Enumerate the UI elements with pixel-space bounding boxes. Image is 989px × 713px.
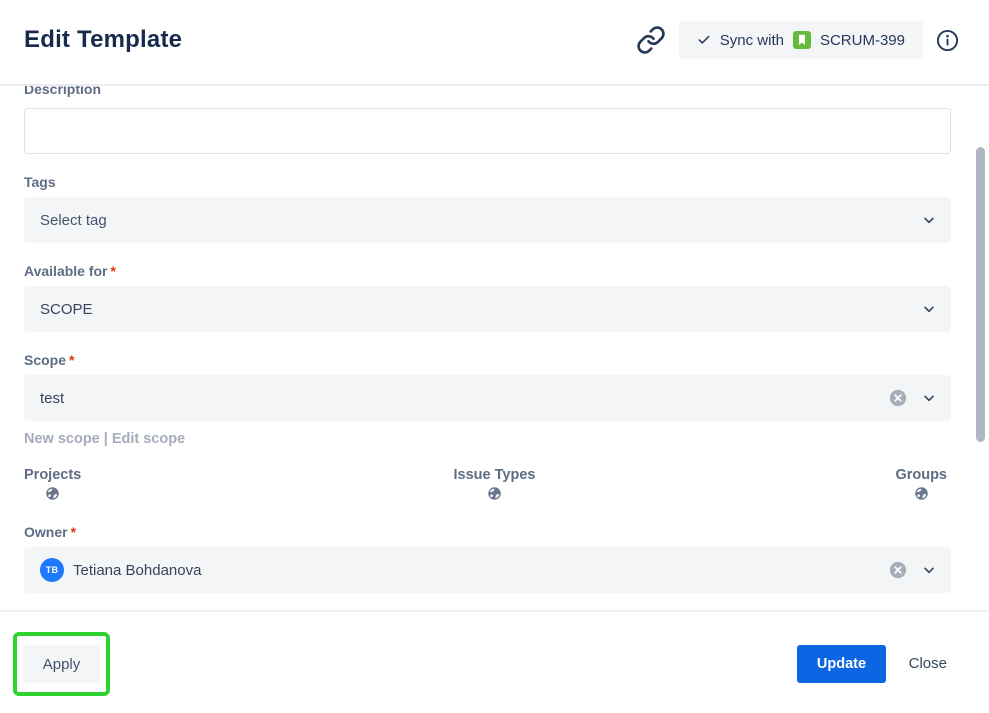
scope-value: test — [40, 390, 64, 407]
scope-label: Scope* — [24, 352, 74, 368]
tags-select[interactable]: Select tag — [24, 197, 951, 243]
available-for-select[interactable]: SCOPE — [24, 286, 951, 332]
story-issue-icon — [793, 31, 811, 49]
chevron-down-icon — [921, 390, 937, 406]
available-for-label: Available for* — [24, 263, 116, 279]
apply-button-highlight-box: Apply — [13, 632, 110, 696]
owner-label: Owner* — [24, 524, 76, 540]
clear-icon[interactable] — [889, 561, 907, 579]
close-button[interactable]: Close — [909, 655, 947, 672]
apply-button[interactable]: Apply — [23, 645, 100, 683]
required-asterisk: * — [111, 263, 116, 279]
description-input[interactable] — [24, 108, 951, 154]
owner-select[interactable]: TB Tetiana Bohdanova — [24, 547, 951, 593]
sync-with-button[interactable]: Sync with SCRUM-399 — [679, 21, 923, 59]
scope-select[interactable]: test — [24, 375, 951, 421]
link-icon[interactable] — [636, 25, 666, 55]
sync-issue-key: SCRUM-399 — [820, 32, 905, 49]
chevron-down-icon — [921, 301, 937, 317]
scope-links-separator: | — [104, 431, 108, 447]
globe-icon — [45, 486, 60, 506]
issue-types-column-label: Issue Types — [454, 467, 536, 483]
available-for-value: SCOPE — [40, 301, 93, 318]
groups-column-label: Groups — [895, 467, 947, 483]
page-title: Edit Template — [24, 26, 182, 54]
globe-icon — [487, 486, 502, 506]
owner-label-text: Owner — [24, 524, 68, 540]
info-icon[interactable] — [936, 29, 959, 52]
globe-icon — [914, 486, 929, 506]
chevron-down-icon — [921, 562, 937, 578]
scope-actions: New scope|Edit scope — [24, 431, 185, 447]
required-asterisk: * — [69, 352, 74, 368]
projects-column-label: Projects — [24, 467, 81, 483]
scope-label-text: Scope — [24, 352, 66, 368]
issue-types-column: Issue Types — [454, 467, 536, 506]
check-icon — [697, 33, 711, 47]
footer-divider — [0, 610, 989, 612]
update-button[interactable]: Update — [797, 645, 886, 683]
groups-column: Groups — [895, 467, 947, 506]
new-scope-link[interactable]: New scope — [24, 431, 100, 447]
avatar: TB — [40, 558, 64, 582]
edit-scope-link[interactable]: Edit scope — [112, 431, 185, 447]
header-actions: Sync with SCRUM-399 — [636, 21, 959, 59]
available-for-label-text: Available for — [24, 263, 108, 279]
tags-placeholder: Select tag — [40, 212, 107, 229]
clear-icon[interactable] — [889, 389, 907, 407]
sync-with-label: Sync with — [720, 32, 784, 49]
vertical-scrollbar-thumb[interactable] — [976, 147, 985, 442]
edit-template-modal: Edit Template Sync with SCRUM-399 — [0, 0, 989, 713]
chevron-down-icon — [921, 212, 937, 228]
required-asterisk: * — [71, 524, 76, 540]
owner-value: Tetiana Bohdanova — [73, 562, 201, 579]
modal-header: Edit Template Sync with SCRUM-399 — [0, 0, 989, 86]
projects-column: Projects — [24, 467, 81, 506]
tags-label: Tags — [24, 174, 56, 190]
